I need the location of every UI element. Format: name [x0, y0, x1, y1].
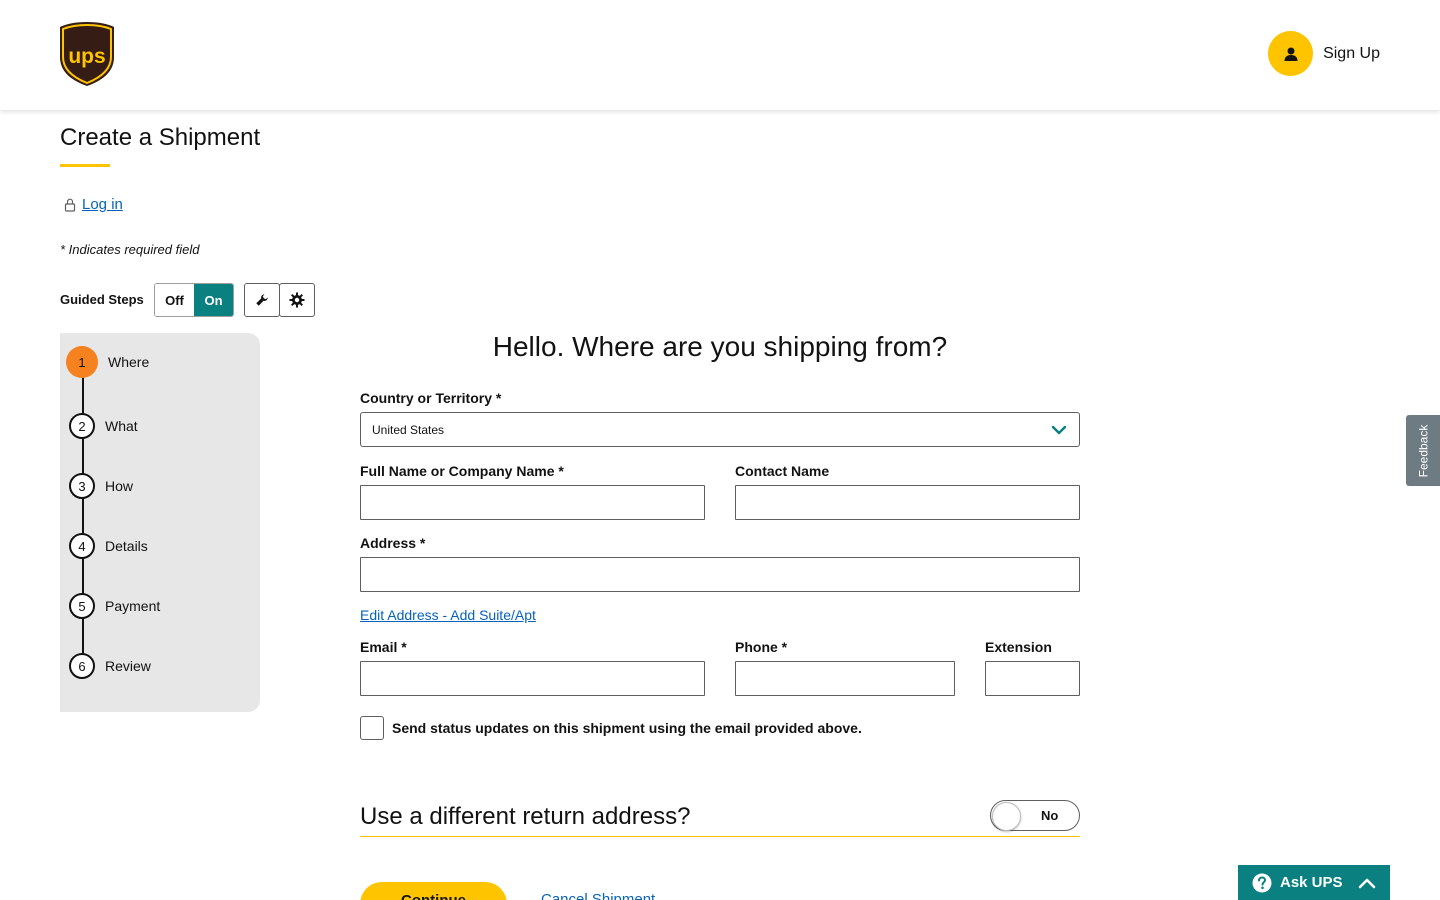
email-label: Email * — [360, 639, 407, 655]
site-header: ups Sign Up — [0, 0, 1440, 110]
step-review[interactable]: 6 Review — [66, 653, 151, 679]
address-input[interactable] — [360, 557, 1080, 592]
country-select[interactable]: United States — [360, 412, 1080, 447]
title-underline — [60, 164, 110, 167]
step-number: 6 — [69, 653, 95, 679]
country-label: Country or Territory * — [360, 390, 502, 406]
feedback-tab[interactable]: Feedback — [1406, 415, 1440, 486]
login-label[interactable]: Log in — [82, 196, 123, 213]
stepper-line — [82, 361, 84, 668]
step-label: Where — [108, 354, 150, 370]
step-number: 3 — [69, 473, 95, 499]
guided-steps-toggle: Off On — [154, 283, 234, 317]
continue-label: Continue — [401, 892, 466, 900]
user-avatar-icon — [1268, 31, 1314, 76]
status-updates-label: Send status updates on this shipment usi… — [392, 720, 862, 736]
form-heading: Hello. Where are you shipping from? — [492, 331, 948, 362]
step-number: 4 — [69, 533, 95, 559]
phone-input[interactable] — [735, 661, 955, 696]
contact-name-label: Contact Name — [735, 463, 830, 479]
return-address-heading: Use a different return address? — [360, 803, 691, 830]
address-label: Address * — [360, 535, 426, 551]
step-number: 2 — [69, 413, 95, 439]
step-number: 5 — [69, 593, 95, 619]
help-circle-icon — [1252, 873, 1272, 892]
sign-up-button[interactable]: Sign Up — [1268, 31, 1380, 76]
login-link[interactable]: Log in — [64, 196, 123, 213]
return-address-toggle[interactable]: No — [990, 800, 1080, 831]
chevron-up-icon — [1358, 878, 1376, 888]
chevron-down-icon — [1051, 425, 1067, 434]
toggle-knob — [992, 802, 1021, 831]
phone-label: Phone * — [735, 639, 788, 655]
step-label: How — [105, 478, 134, 494]
guided-steps-on-button[interactable]: On — [194, 284, 233, 316]
sign-up-label: Sign Up — [1323, 44, 1380, 62]
settings-button[interactable] — [279, 283, 315, 317]
full-name-label: Full Name or Company Name * — [360, 463, 564, 479]
guided-steps-off-button[interactable]: Off — [155, 284, 194, 316]
lock-icon — [64, 198, 76, 212]
step-label: Review — [105, 658, 151, 674]
step-payment[interactable]: 5 Payment — [66, 593, 160, 619]
feedback-label: Feedback — [1416, 424, 1431, 477]
step-how[interactable]: 3 How — [66, 473, 133, 499]
svg-text:ups: ups — [68, 45, 105, 68]
ask-ups-button[interactable]: Ask UPS — [1238, 865, 1390, 900]
cancel-shipment-link[interactable]: Cancel Shipment — [541, 891, 655, 900]
page-title: Create a Shipment — [60, 124, 261, 151]
extension-input[interactable] — [985, 661, 1080, 696]
ups-logo[interactable]: ups — [59, 21, 115, 87]
wrench-icon — [256, 294, 268, 306]
required-field-note: * Indicates required field — [60, 242, 200, 257]
gear-icon — [289, 292, 305, 308]
full-name-input[interactable] — [360, 485, 705, 520]
continue-button[interactable]: Continue — [360, 882, 507, 900]
contact-name-input[interactable] — [735, 485, 1080, 520]
step-where[interactable]: 1 Where — [66, 346, 149, 378]
step-label: What — [105, 418, 138, 434]
extension-label: Extension — [985, 639, 1052, 655]
step-what[interactable]: 2 What — [66, 413, 138, 439]
country-select-value: United States — [372, 422, 445, 437]
guided-steps-label: Guided Steps — [60, 292, 144, 307]
return-address-underline — [360, 836, 1080, 837]
step-label: Details — [105, 538, 148, 554]
progress-stepper: 1 Where 2 What 3 How 4 Details 5 Payment… — [60, 333, 260, 712]
ask-ups-label: Ask UPS — [1280, 874, 1343, 891]
status-updates-checkbox[interactable] — [360, 716, 384, 740]
email-input[interactable] — [360, 661, 705, 696]
step-number: 1 — [66, 346, 98, 378]
tools-button[interactable] — [244, 283, 280, 317]
step-label: Payment — [105, 598, 161, 614]
toggle-label: No — [1041, 808, 1059, 823]
edit-address-link[interactable]: Edit Address - Add Suite/Apt — [360, 607, 536, 623]
step-details[interactable]: 4 Details — [66, 533, 148, 559]
